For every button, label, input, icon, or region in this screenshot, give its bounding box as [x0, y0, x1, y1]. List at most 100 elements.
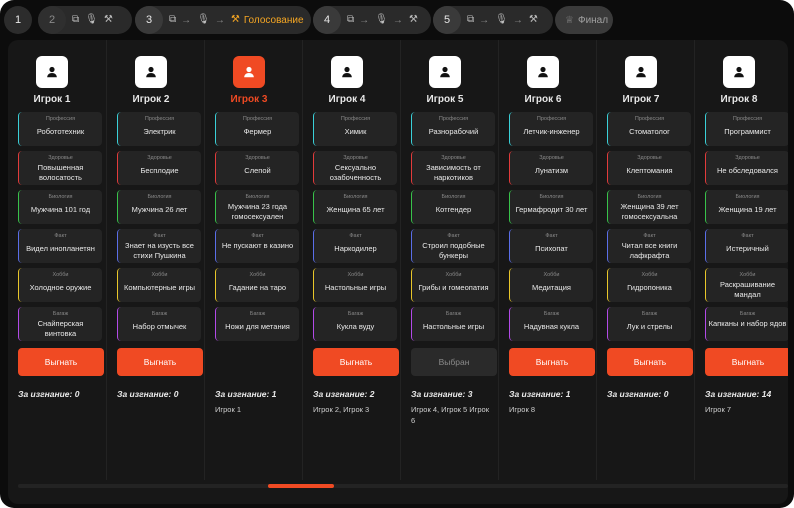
votes-prefix: За изгнание:	[607, 389, 662, 399]
card-profession[interactable]: Профессия Электрик	[117, 112, 201, 146]
card-hobby[interactable]: Хобби Гадание на таро	[215, 268, 299, 302]
card-health[interactable]: Здоровье Слепой	[215, 151, 299, 185]
card-value: Набор отмычек	[132, 322, 187, 331]
card-biology[interactable]: Биология Мужчина 101 год	[18, 190, 102, 224]
step-number: 4	[313, 6, 341, 34]
card-biology[interactable]: Биология Мужчина 23 года гомосексуален	[215, 190, 299, 224]
card-health[interactable]: Здоровье Не обследовался	[705, 151, 788, 185]
card-hobby[interactable]: Хобби Раскрашивание мандал	[705, 268, 788, 302]
card-fact[interactable]: Факт Наркодилер	[313, 229, 397, 263]
card-health[interactable]: Здоровье Лунатизм	[509, 151, 593, 185]
kick-button[interactable]: Выгнать	[607, 348, 693, 376]
chosen-button[interactable]: Выбран	[411, 348, 497, 376]
mic-icon: 🎙	[375, 14, 388, 25]
card-biology[interactable]: Биология Котгендер	[411, 190, 495, 224]
card-value: Бесплодие	[140, 166, 179, 175]
votes-count: За изгнание: 0	[117, 389, 178, 399]
player-name: Игрок 1	[33, 94, 71, 105]
step-4[interactable]: 4 ⧉ → 🎙 → ⚒	[313, 6, 431, 34]
card-fact[interactable]: Факт Читал все книги лафкрафта	[607, 229, 691, 263]
final-label: Финал	[577, 14, 609, 26]
card-baggage[interactable]: Багаж Ножи для метания	[215, 307, 299, 341]
step-1[interactable]: 1	[4, 6, 36, 34]
card-label: Багаж	[52, 311, 69, 317]
card-fact[interactable]: Факт Строил подобные бункеры	[411, 229, 495, 263]
card-fact[interactable]: Факт Не пускают в казино	[215, 229, 299, 263]
scrollbar-track[interactable]	[18, 484, 788, 488]
card-label: Факт	[447, 233, 460, 239]
card-baggage[interactable]: Багаж Набор отмычек	[117, 307, 201, 341]
card-profession[interactable]: Профессия Разнорабочий	[411, 112, 495, 146]
card-label: Хобби	[249, 272, 266, 278]
votes-count: За изгнание: 2	[313, 389, 374, 399]
card-baggage[interactable]: Багаж Настольные игры	[411, 307, 495, 341]
player-column: Игрок 4 Профессия Химик Здоровье Сексуально …	[302, 40, 400, 480]
card-hobby[interactable]: Хобби Гидропоника	[607, 268, 691, 302]
kick-button[interactable]: Выгнать	[313, 348, 399, 376]
card-value: Медитация	[532, 283, 571, 292]
card-profession[interactable]: Профессия Фермер	[215, 112, 299, 146]
card-label: Багаж	[739, 311, 756, 317]
card-hobby[interactable]: Хобби Компьютерные игры	[117, 268, 201, 302]
card-health[interactable]: Здоровье Сексуально озабоченность	[313, 151, 397, 185]
arrow-icon: →	[479, 14, 490, 26]
card-profession[interactable]: Профессия Летчик-инженер	[509, 112, 593, 146]
voters-list: Игрок 4, Игрок 5 Игрок 6	[411, 405, 490, 425]
kick-button[interactable]: Выгнать	[117, 348, 203, 376]
card-hobby[interactable]: Хобби Медитация	[509, 268, 593, 302]
card-baggage[interactable]: Багаж Надувная кукла	[509, 307, 593, 341]
card-label: Здоровье	[539, 155, 564, 161]
card-hobby[interactable]: Хобби Настольные игры	[313, 268, 397, 302]
votes-count: За изгнание: 3	[411, 389, 472, 399]
card-value: Повышенная волосатость	[37, 163, 84, 182]
card-profession[interactable]: Профессия Программист	[705, 112, 788, 146]
card-biology[interactable]: Биология Гермафродит 30 лет	[509, 190, 593, 224]
card-profession[interactable]: Профессия Робототехник	[18, 112, 102, 146]
card-hobby[interactable]: Хобби Грибы и гомеопатия	[411, 268, 495, 302]
card-value: Зависимость от наркотиков	[426, 163, 481, 182]
step-final[interactable]: ♕ Финал	[555, 6, 613, 34]
card-label: Биология	[245, 194, 270, 200]
card-health[interactable]: Здоровье Бесплодие	[117, 151, 201, 185]
card-value: Настольные игры	[422, 322, 485, 331]
kick-button[interactable]: Выгнать	[705, 348, 788, 376]
step-5[interactable]: 5 ⧉ → 🎙 → ⚒	[433, 6, 553, 34]
card-biology[interactable]: Биология Женщина 39 лет гомосексуальна	[607, 190, 691, 224]
card-fact[interactable]: Факт Психопат	[509, 229, 593, 263]
card-fact[interactable]: Факт Истеричный	[705, 229, 788, 263]
step-3[interactable]: 3 ⧉ → 🎙 → ⚒ Голосование	[135, 6, 311, 34]
card-biology[interactable]: Биология Женщина 19 лет	[705, 190, 788, 224]
card-profession[interactable]: Профессия Химик	[313, 112, 397, 146]
kick-button[interactable]: Выгнать	[18, 348, 104, 376]
card-baggage[interactable]: Багаж Лук и стрелы	[607, 307, 691, 341]
card-value: Гидропоника	[627, 283, 672, 292]
card-value: Компьютерные игры	[123, 283, 196, 292]
step-number: 1	[4, 6, 32, 34]
card-baggage[interactable]: Багаж Кукла вуду	[313, 307, 397, 341]
kick-button[interactable]: Выгнать	[509, 348, 595, 376]
cards-icon: ⧉	[72, 14, 80, 25]
card-health[interactable]: Здоровье Зависимость от наркотиков	[411, 151, 495, 185]
card-biology[interactable]: Биология Мужчина 26 лет	[117, 190, 201, 224]
card-health[interactable]: Здоровье Повышенная волосатость	[18, 151, 102, 185]
scrollbar-thumb[interactable]	[268, 484, 334, 488]
card-biology[interactable]: Биология Женщина 65 лет	[313, 190, 397, 224]
card-value: Мужчина 101 год	[30, 205, 91, 214]
step-2[interactable]: 2 ⧉ 🎙 ⚒	[38, 6, 132, 34]
card-value: Холодное оружие	[29, 283, 92, 292]
player-name: Игрок 8	[720, 94, 758, 105]
card-fact[interactable]: Факт Видел инопланетян	[18, 229, 102, 263]
card-health[interactable]: Здоровье Клептомания	[607, 151, 691, 185]
card-label: Профессия	[634, 116, 665, 122]
card-hobby[interactable]: Хобби Холодное оружие	[18, 268, 102, 302]
card-baggage[interactable]: Багаж Капканы и набор ядов	[705, 307, 788, 341]
card-label: Факт	[251, 233, 264, 239]
card-label: Факт	[643, 233, 656, 239]
card-baggage[interactable]: Багаж Снайперская винтовка	[18, 307, 102, 341]
votes-prefix: За изгнание:	[215, 389, 270, 399]
card-fact[interactable]: Факт Знает на изусть все стихи Пушкина	[117, 229, 201, 263]
card-value: Видел инопланетян	[26, 244, 95, 253]
mic-icon: 🎙	[85, 14, 98, 25]
card-value: Робототехник	[36, 127, 85, 136]
card-profession[interactable]: Профессия Стоматолог	[607, 112, 691, 146]
